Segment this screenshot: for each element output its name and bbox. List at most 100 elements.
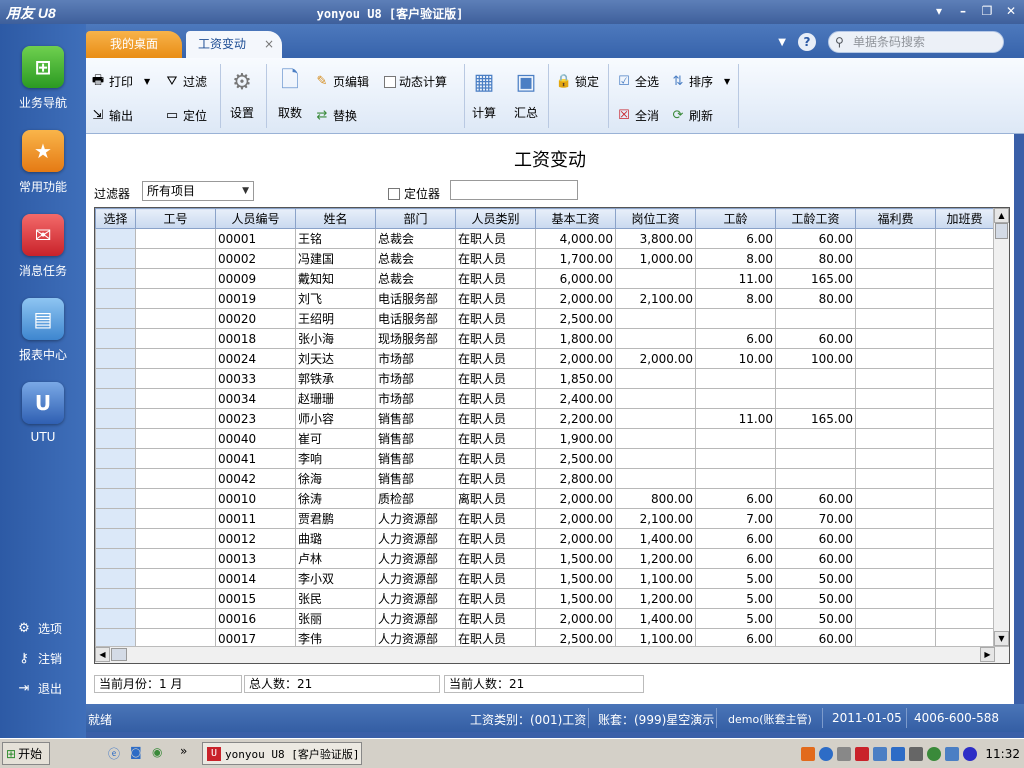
table-cell[interactable]: 1,800.00 bbox=[535, 328, 616, 349]
table-cell[interactable]: 现场服务部 bbox=[375, 328, 456, 349]
row-select-cell[interactable] bbox=[95, 308, 136, 329]
table-cell[interactable] bbox=[615, 328, 696, 349]
table-cell[interactable]: 00012 bbox=[215, 528, 296, 549]
table-cell[interactable]: 50.00 bbox=[775, 608, 856, 629]
table-cell[interactable]: 00016 bbox=[215, 608, 296, 629]
table-row[interactable]: 00020 王绍明 电话服务部 在职人员 2,500.00 bbox=[95, 308, 994, 329]
table-cell[interactable] bbox=[855, 468, 936, 489]
table-cell[interactable] bbox=[855, 348, 936, 369]
table-cell[interactable]: 销售部 bbox=[375, 448, 456, 469]
table-cell[interactable]: 冯建国 bbox=[295, 248, 376, 269]
table-row[interactable]: 00041 李响 销售部 在职人员 2,500.00 bbox=[95, 448, 994, 469]
table-cell[interactable]: 60.00 bbox=[775, 528, 856, 549]
row-select-cell[interactable] bbox=[95, 228, 136, 249]
table-cell[interactable] bbox=[135, 548, 216, 569]
scroll-down-icon[interactable]: ▼ bbox=[994, 631, 1009, 646]
locator-checkbox[interactable]: 定位器 bbox=[388, 185, 440, 202]
row-select-cell[interactable] bbox=[95, 468, 136, 489]
column-header[interactable]: 选择 bbox=[95, 208, 136, 229]
table-cell[interactable] bbox=[695, 428, 776, 449]
table-cell[interactable]: 60.00 bbox=[775, 488, 856, 509]
tab-salary-change[interactable]: 工资变动 × bbox=[186, 31, 282, 58]
table-cell[interactable] bbox=[935, 468, 994, 489]
table-cell[interactable]: 在职人员 bbox=[455, 508, 536, 529]
table-cell[interactable]: 2,000.00 bbox=[535, 608, 616, 629]
export-button[interactable]: ⇲ 输出 bbox=[90, 107, 133, 124]
sort-button[interactable]: ⇅ 排序 ▼ bbox=[670, 73, 731, 90]
table-cell[interactable]: 60.00 bbox=[775, 328, 856, 349]
table-cell[interactable]: 在职人员 bbox=[455, 468, 536, 489]
table-cell[interactable]: 张民 bbox=[295, 588, 376, 609]
table-cell[interactable] bbox=[135, 308, 216, 329]
exit-link[interactable]: ⇥ 退出 bbox=[16, 680, 62, 697]
table-cell[interactable] bbox=[855, 408, 936, 429]
table-cell[interactable]: 市场部 bbox=[375, 348, 456, 369]
table-cell[interactable] bbox=[855, 568, 936, 589]
barcode-search-input[interactable]: ⚲ 单据条码搜索 bbox=[828, 31, 1004, 53]
table-row[interactable]: 00001 王铭 总裁会 在职人员 4,000.00 3,800.00 6.00 60.00 bbox=[95, 228, 994, 249]
table-row[interactable]: 00019 刘飞 电话服务部 在职人员 2,000.00 2,100.00 8.00 80.0… bbox=[95, 288, 994, 309]
table-cell[interactable]: 8.00 bbox=[695, 248, 776, 269]
column-header[interactable]: 加班费 bbox=[935, 208, 994, 229]
table-row[interactable]: 00011 贾君鹏 人力资源部 在职人员 2,000.00 2,100.00 7.00 70.… bbox=[95, 508, 994, 529]
table-cell[interactable]: 1,000.00 bbox=[615, 248, 696, 269]
column-header[interactable]: 工龄工资 bbox=[775, 208, 856, 229]
table-cell[interactable]: 6.00 bbox=[695, 328, 776, 349]
minimize-button[interactable]: – bbox=[954, 3, 972, 19]
table-cell[interactable]: 市场部 bbox=[375, 388, 456, 409]
row-select-cell[interactable] bbox=[95, 408, 136, 429]
tab-my-desktop[interactable]: 我的桌面 bbox=[86, 31, 182, 58]
table-cell[interactable]: 人力资源部 bbox=[375, 608, 456, 629]
table-cell[interactable] bbox=[935, 248, 994, 269]
table-cell[interactable]: 1,700.00 bbox=[535, 248, 616, 269]
table-cell[interactable]: 50.00 bbox=[775, 588, 856, 609]
table-cell[interactable]: 00011 bbox=[215, 508, 296, 529]
table-cell[interactable]: 在职人员 bbox=[455, 408, 536, 429]
dropdown-arrow-icon[interactable]: ▼ bbox=[778, 37, 786, 48]
table-cell[interactable]: 市场部 bbox=[375, 368, 456, 389]
table-cell[interactable]: 李响 bbox=[295, 448, 376, 469]
table-cell[interactable]: 张丽 bbox=[295, 608, 376, 629]
table-cell[interactable]: 师小容 bbox=[295, 408, 376, 429]
table-cell[interactable] bbox=[135, 528, 216, 549]
table-cell[interactable]: 00033 bbox=[215, 368, 296, 389]
table-cell[interactable]: 4,000.00 bbox=[535, 228, 616, 249]
table-cell[interactable]: 6.00 bbox=[695, 528, 776, 549]
table-cell[interactable]: 在职人员 bbox=[455, 248, 536, 269]
table-cell[interactable] bbox=[935, 568, 994, 589]
table-cell[interactable] bbox=[135, 428, 216, 449]
start-button[interactable]: ⊞ 开始 bbox=[2, 742, 50, 765]
table-cell[interactable] bbox=[935, 268, 994, 289]
table-cell[interactable]: 80.00 bbox=[775, 248, 856, 269]
table-cell[interactable]: 曲璐 bbox=[295, 528, 376, 549]
table-cell[interactable]: 戴知知 bbox=[295, 268, 376, 289]
table-cell[interactable]: 1,100.00 bbox=[615, 568, 696, 589]
table-cell[interactable]: 在职人员 bbox=[455, 328, 536, 349]
table-cell[interactable]: 00034 bbox=[215, 388, 296, 409]
table-cell[interactable] bbox=[935, 448, 994, 469]
table-cell[interactable] bbox=[935, 228, 994, 249]
tray-icon[interactable] bbox=[837, 746, 852, 761]
table-cell[interactable] bbox=[135, 508, 216, 529]
table-cell[interactable]: 2,000.00 bbox=[535, 348, 616, 369]
table-cell[interactable]: 80.00 bbox=[775, 288, 856, 309]
horizontal-scrollbar[interactable]: ◀ ▶ bbox=[95, 646, 1009, 663]
table-row[interactable]: 00034 赵珊珊 市场部 在职人员 2,400.00 bbox=[95, 388, 994, 409]
replace-button[interactable]: ⇄ 替换 bbox=[314, 107, 357, 124]
table-cell[interactable]: 2,000.00 bbox=[535, 508, 616, 529]
quicklaunch-icon[interactable]: ◉ bbox=[152, 745, 162, 759]
table-row[interactable]: 00009 戴知知 总裁会 在职人员 6,000.00 11.00 165.00 bbox=[95, 268, 994, 289]
table-cell[interactable]: 在职人员 bbox=[455, 428, 536, 449]
table-cell[interactable] bbox=[135, 568, 216, 589]
table-row[interactable]: 00024 刘天达 市场部 在职人员 2,000.00 2,000.00 10.00 100.… bbox=[95, 348, 994, 369]
table-cell[interactable] bbox=[935, 508, 994, 529]
table-cell[interactable] bbox=[855, 308, 936, 329]
table-cell[interactable]: 2,000.00 bbox=[535, 488, 616, 509]
table-cell[interactable] bbox=[135, 488, 216, 509]
scroll-up-icon[interactable]: ▲ bbox=[994, 208, 1009, 223]
table-cell[interactable] bbox=[855, 268, 936, 289]
table-cell[interactable] bbox=[855, 328, 936, 349]
table-cell[interactable]: 在职人员 bbox=[455, 548, 536, 569]
table-cell[interactable]: 在职人员 bbox=[455, 268, 536, 289]
column-header[interactable]: 部门 bbox=[375, 208, 456, 229]
